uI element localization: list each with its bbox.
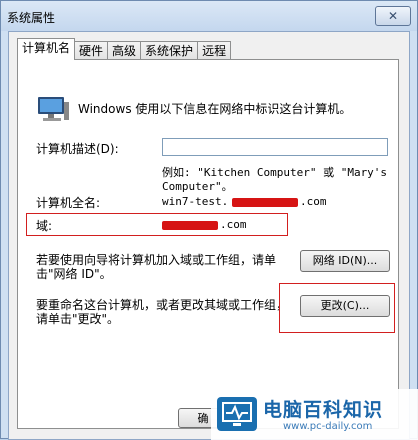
description-example-line2: Computer"。 xyxy=(162,180,233,193)
full-name-label: 计算机全名: xyxy=(36,196,101,210)
watermark-url: www.pc-daily.com xyxy=(283,421,373,432)
watermark-logo-icon xyxy=(217,397,257,431)
window-title: 系统属性 xyxy=(7,11,56,25)
rename-text-line2: 请单击"更改"。 xyxy=(36,312,120,326)
domain-suffix: .com xyxy=(220,218,247,231)
close-button[interactable]: ✕ xyxy=(375,6,411,26)
watermark-text: 电脑百科知识 xyxy=(263,399,384,421)
intro-text: Windows 使用以下信息在网络中标识这台计算机。 xyxy=(78,102,352,116)
change-button[interactable]: 更改(C)... xyxy=(300,295,390,317)
description-label: 计算机描述(D): xyxy=(36,142,119,156)
full-name-value: win7-test. xyxy=(162,195,229,208)
redaction-mark xyxy=(232,198,298,207)
system-properties-window: 系统属性 ✕ 计算机名 硬件 高级 系统保护 远程 Windows 使用以下信息… xyxy=(0,0,418,440)
tab-strip: 计算机名 硬件 高级 系统保护 远程 xyxy=(17,38,232,60)
title-bar: 系统属性 ✕ xyxy=(1,1,417,31)
tab-remote[interactable]: 远程 xyxy=(197,41,232,60)
tab-hardware[interactable]: 硬件 xyxy=(74,41,109,60)
network-id-text-line2: 击"网络 ID"。 xyxy=(36,267,112,281)
redaction-mark xyxy=(162,221,218,230)
domain-highlight-box xyxy=(26,213,288,236)
tab-system-protection[interactable]: 系统保护 xyxy=(140,41,199,60)
network-id-button[interactable]: 网络 ID(N)... xyxy=(300,250,390,272)
tab-panel: Windows 使用以下信息在网络中标识这台计算机。 计算机描述(D): 例如:… xyxy=(17,59,399,429)
description-input[interactable] xyxy=(162,138,388,156)
tab-advanced[interactable]: 高级 xyxy=(107,41,142,60)
dialog-content: 计算机名 硬件 高级 系统保护 远程 Windows 使用以下信息在网络中标识这… xyxy=(8,31,410,440)
domain-label: 域: xyxy=(36,219,53,233)
watermark: 电脑百科知识 www.pc-daily.com xyxy=(211,389,418,440)
tab-computer-name[interactable]: 计算机名 xyxy=(17,38,76,60)
computer-icon xyxy=(38,97,69,121)
full-name-suffix: .com xyxy=(300,195,327,208)
